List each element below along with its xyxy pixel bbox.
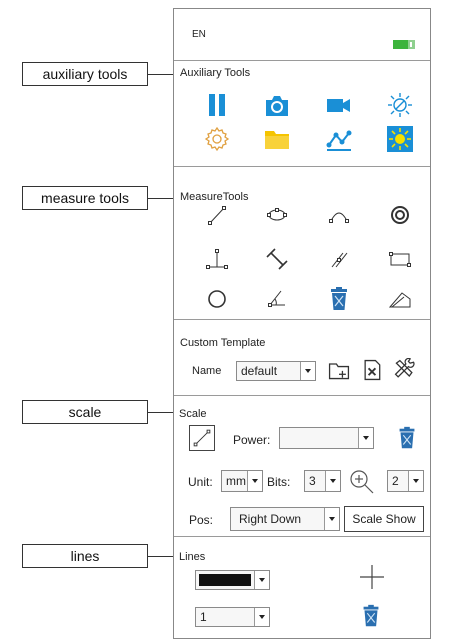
new-folder-icon[interactable] — [327, 358, 351, 382]
auxiliary-tools-title: Auxiliary Tools — [180, 67, 251, 79]
tool-panel: EN Auxiliary Tools MeasureTools Custom T… — [173, 8, 431, 639]
chevron-down-icon — [324, 508, 339, 530]
line-width-value: 1 — [200, 610, 207, 624]
callout-measure-tools: measure tools — [22, 186, 148, 210]
white-balance-icon[interactable] — [386, 91, 414, 119]
bits-label: Bits: — [267, 475, 291, 489]
custom-template-title: Custom Template — [180, 337, 266, 349]
template-name-label: Name — [192, 365, 222, 377]
callout-scale: scale — [22, 400, 148, 424]
chevron-down-icon — [300, 362, 315, 380]
zoom-select[interactable]: 2 — [387, 470, 424, 492]
chevron-down-icon — [408, 471, 423, 491]
polygon-icon[interactable] — [386, 285, 414, 313]
section-divider — [174, 319, 430, 320]
leader-line — [148, 74, 174, 75]
bits-value: 3 — [309, 474, 316, 488]
pos-value: Right Down — [239, 512, 302, 526]
chevron-down-icon — [247, 471, 262, 491]
rectangle-icon[interactable] — [386, 245, 414, 273]
parallel-lines-icon[interactable] — [325, 245, 353, 273]
delete-icon[interactable] — [325, 285, 353, 313]
angle-icon[interactable] — [263, 285, 291, 313]
chevron-down-icon — [254, 571, 269, 589]
scale-title: Scale — [179, 408, 207, 420]
zoom-value: 2 — [392, 474, 399, 488]
language-label[interactable]: EN — [192, 29, 206, 40]
battery-icon — [393, 36, 415, 49]
circle-icon[interactable] — [203, 285, 231, 313]
tools-icon[interactable] — [393, 358, 417, 382]
section-divider — [174, 166, 430, 167]
power-select[interactable] — [279, 427, 374, 449]
concentric-circle-icon[interactable] — [386, 201, 414, 229]
line-color-select[interactable] — [195, 570, 270, 590]
scale-show-button[interactable]: Scale Show — [344, 506, 424, 532]
arc-icon[interactable] — [325, 201, 353, 229]
callout-auxiliary-tools: auxiliary tools — [22, 62, 148, 86]
section-divider — [174, 60, 430, 61]
chevron-down-icon — [254, 608, 269, 626]
video-icon[interactable] — [325, 91, 353, 119]
camera-icon[interactable] — [263, 91, 291, 119]
ellipse-icon[interactable] — [263, 201, 291, 229]
lines-delete-icon[interactable] — [358, 603, 384, 629]
pause-icon[interactable] — [203, 91, 231, 119]
lines-title: Lines — [179, 551, 206, 563]
pos-label: Pos: — [189, 513, 214, 527]
unit-select[interactable]: mm — [221, 470, 263, 492]
unit-label: Unit: — [188, 475, 213, 489]
scale-line-button[interactable] — [189, 425, 215, 451]
brightness-icon[interactable] — [386, 125, 414, 153]
line-color-swatch — [199, 574, 251, 586]
graph-icon[interactable] — [325, 125, 353, 153]
bits-select[interactable]: 3 — [304, 470, 341, 492]
power-label: Power: — [233, 433, 271, 447]
line-icon[interactable] — [203, 201, 231, 229]
add-line-icon[interactable] — [358, 563, 386, 591]
pos-select[interactable]: Right Down — [230, 507, 340, 531]
line-width-select[interactable]: 1 — [195, 607, 270, 627]
scale-delete-icon[interactable] — [394, 425, 420, 451]
close-file-icon[interactable] — [360, 358, 384, 382]
perpendicular-icon[interactable] — [203, 245, 231, 273]
chevron-down-icon — [325, 471, 340, 491]
chevron-down-icon — [358, 428, 373, 448]
section-divider — [174, 536, 430, 537]
template-name-value: default — [241, 364, 278, 378]
leader-line — [148, 556, 174, 557]
leader-line — [148, 198, 174, 199]
settings-icon[interactable] — [203, 125, 231, 153]
unit-value: mm — [226, 474, 246, 488]
zoom-in-icon[interactable] — [346, 466, 376, 496]
folder-icon[interactable] — [263, 125, 291, 153]
template-name-select[interactable]: default — [236, 361, 316, 381]
leader-line — [148, 412, 174, 413]
parallel-distance-icon[interactable] — [263, 245, 291, 273]
section-divider — [174, 395, 430, 396]
callout-lines: lines — [22, 544, 148, 568]
